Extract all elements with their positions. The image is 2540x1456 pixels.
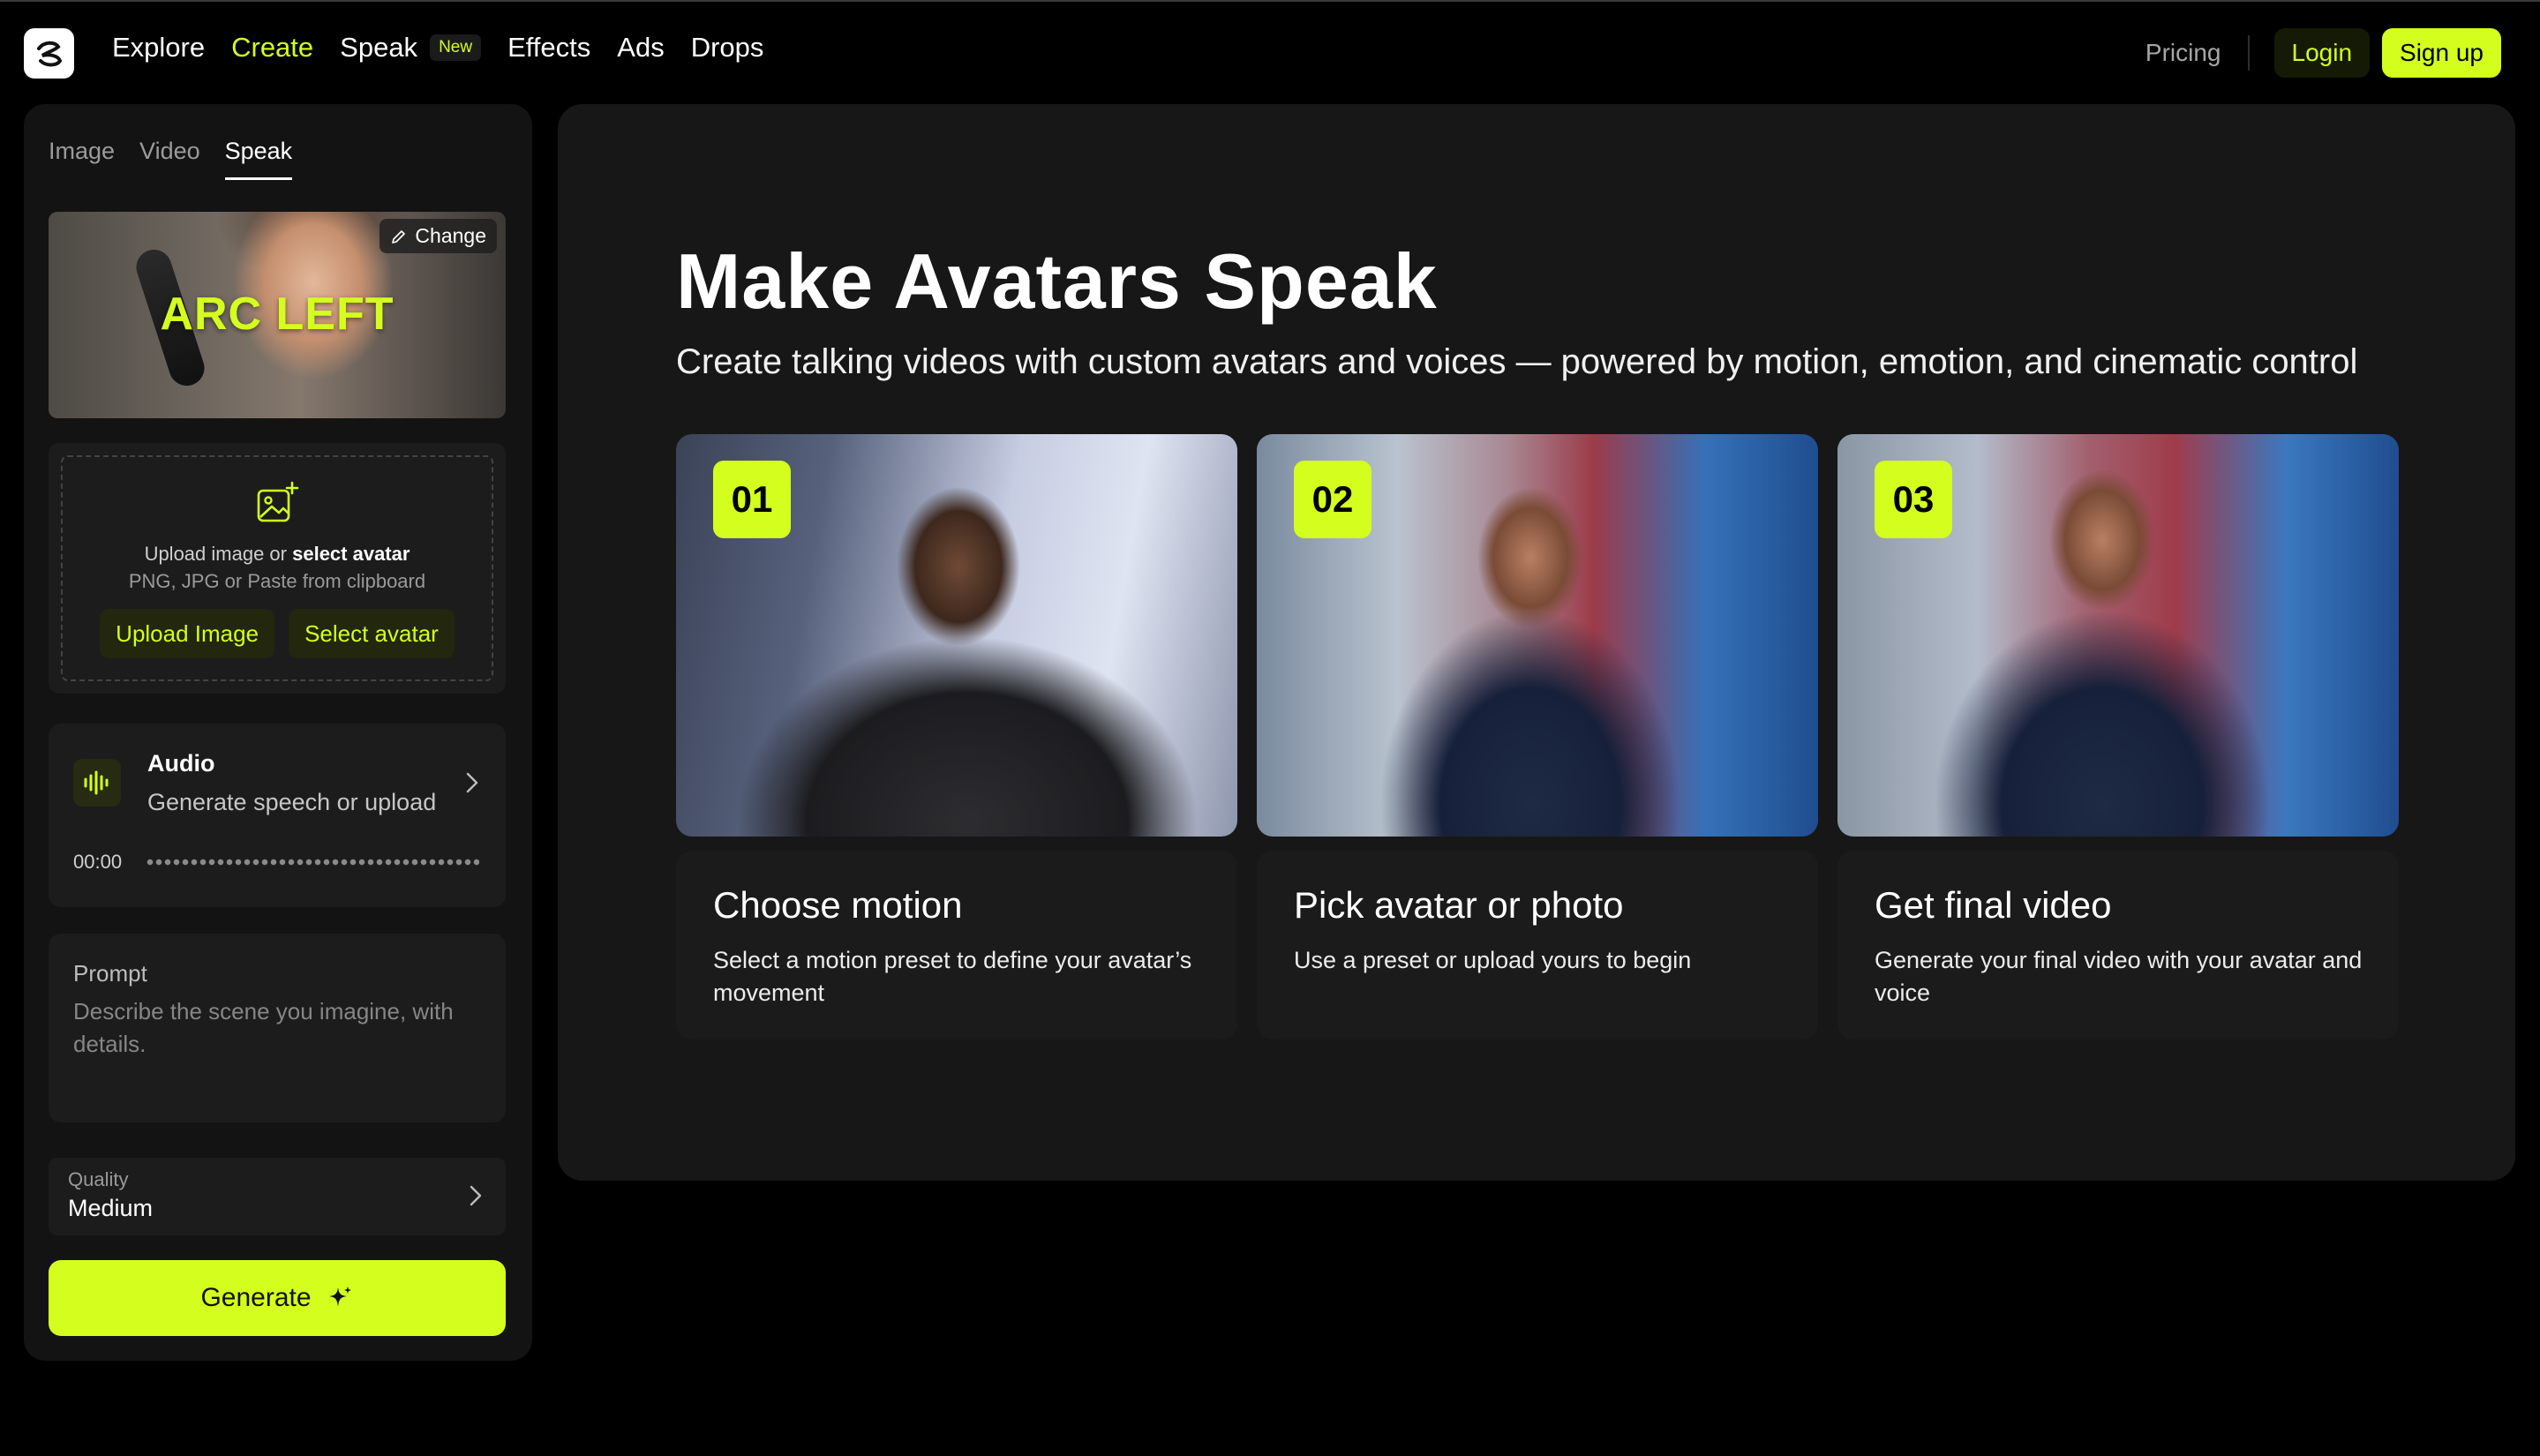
step-2-video[interactable]: 02 (1257, 434, 1818, 837)
nav-explore[interactable]: Explore (112, 32, 205, 64)
change-label: Change (415, 224, 486, 248)
select-avatar-link[interactable]: select avatar (292, 543, 410, 565)
step-3-badge: 03 (1875, 461, 1952, 538)
step-2-description: Use a preset or upload yours to begin (1294, 944, 1788, 977)
step-1-video[interactable]: 01 (676, 434, 1237, 837)
step-1-card: Choose motion Select a motion preset to … (676, 851, 1237, 1039)
step-1-badge: 01 (713, 461, 791, 538)
sparkle-icon (326, 1284, 354, 1312)
step-3-description: Generate your final video with your avat… (1875, 944, 2369, 1009)
new-badge: New (430, 34, 481, 61)
generate-button[interactable]: Generate (49, 1260, 506, 1336)
tab-image[interactable]: Image (49, 138, 115, 180)
upload-formats: PNG, JPG or Paste from clipboard (63, 570, 492, 593)
tab-speak[interactable]: Speak (225, 138, 293, 180)
nav-drops[interactable]: Drops (691, 32, 764, 64)
chevron-right-icon[interactable] (465, 771, 479, 794)
step-1-description: Select a motion preset to define your av… (713, 944, 1207, 1009)
generate-label: Generate (200, 1283, 311, 1313)
nav-links: Explore Create Speak New Effects Ads Dro… (112, 32, 763, 64)
step-1-title: Choose motion (713, 884, 963, 927)
quality-select[interactable]: Quality Medium (49, 1158, 506, 1235)
step-2-badge: 02 (1294, 461, 1371, 538)
audio-card[interactable]: Audio Generate speech or upload 00:00 (49, 724, 506, 907)
prompt-label: Prompt (73, 960, 147, 987)
upload-image-button[interactable]: Upload Image (100, 609, 274, 658)
page-subtitle: Create talking videos with custom avatar… (676, 342, 2357, 382)
pencil-icon (390, 228, 408, 245)
nav-effects[interactable]: Effects (507, 32, 590, 64)
top-nav: Explore Create Speak New Effects Ads Dro… (0, 2, 2540, 102)
step-3-card: Get final video Generate your final vide… (1837, 851, 2399, 1039)
step-3-video[interactable]: 03 (1837, 434, 2399, 837)
logo-icon[interactable] (24, 28, 74, 79)
audio-subtitle: Generate speech or upload (147, 789, 436, 816)
upload-instructions-text: Upload image or (145, 543, 293, 565)
chevron-right-icon (469, 1184, 483, 1207)
page-title: Make Avatars Speak (676, 236, 1438, 326)
upload-instructions: Upload image or select avatar (63, 543, 492, 566)
select-avatar-button[interactable]: Select avatar (289, 609, 455, 658)
mode-tabs: Image Video Speak (49, 138, 292, 180)
thumbnail-title: ARC LEFT (49, 288, 506, 341)
change-button[interactable]: Change (379, 219, 497, 253)
nav-ads[interactable]: Ads (617, 32, 664, 64)
audio-time: 00:00 (73, 851, 122, 874)
create-sidebar: Image Video Speak ARC LEFT Change Upload… (24, 104, 532, 1361)
preview-thumbnail[interactable]: ARC LEFT Change (49, 212, 506, 418)
prompt-field[interactable]: Prompt Describe the scene you imagine, w… (49, 934, 506, 1122)
dropzone-border: Upload image or select avatar PNG, JPG o… (61, 455, 493, 681)
step-3-title: Get final video (1875, 884, 2112, 927)
image-plus-icon (254, 480, 300, 526)
nav-speak[interactable]: Speak (340, 32, 417, 64)
nav-create[interactable]: Create (231, 32, 313, 64)
login-button[interactable]: Login (2274, 28, 2371, 78)
nav-right: Pricing Login Sign up (2145, 28, 2501, 78)
nav-divider (2248, 35, 2250, 71)
step-2-card: Pick avatar or photo Use a preset or upl… (1257, 851, 1818, 1039)
tab-video[interactable]: Video (139, 138, 200, 180)
main-panel: Make Avatars Speak Create talking videos… (558, 104, 2515, 1181)
audio-title: Audio (147, 750, 214, 777)
quality-label: Quality (68, 1168, 128, 1191)
signup-button[interactable]: Sign up (2382, 28, 2501, 78)
prompt-placeholder[interactable]: Describe the scene you imagine, with det… (73, 995, 488, 1061)
nav-speak-group[interactable]: Speak New (340, 32, 481, 64)
waveform-icon (73, 759, 121, 807)
upload-dropzone[interactable]: Upload image or select avatar PNG, JPG o… (49, 443, 506, 694)
nav-pricing[interactable]: Pricing (2145, 39, 2221, 67)
step-2-title: Pick avatar or photo (1294, 884, 1624, 927)
upload-actions: Upload Image Select avatar (63, 609, 492, 658)
audio-track[interactable] (146, 859, 479, 866)
quality-value: Medium (68, 1195, 153, 1222)
